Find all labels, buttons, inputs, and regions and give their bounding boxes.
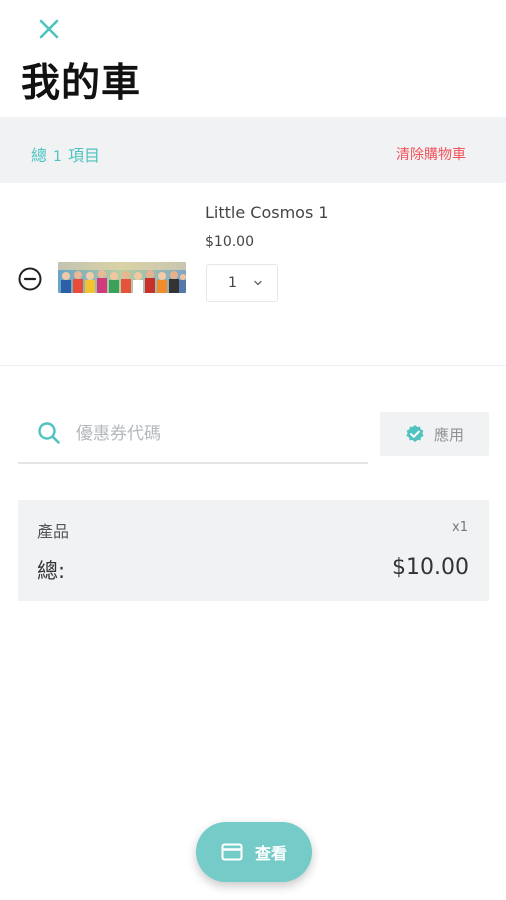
remove-item-button[interactable] bbox=[17, 266, 43, 292]
product-thumbnail bbox=[58, 262, 186, 293]
checkout-label: 查看 bbox=[254, 844, 287, 863]
quantity-select[interactable]: 1 bbox=[206, 264, 278, 302]
order-totals-panel bbox=[18, 500, 489, 601]
item-count-prefix: 總 bbox=[31, 146, 48, 165]
item-price: $10.00 bbox=[205, 234, 254, 250]
page-title: 我的車 bbox=[21, 61, 142, 106]
apply-coupon-label: 應用 bbox=[433, 425, 464, 444]
verified-badge-icon bbox=[406, 425, 424, 442]
chevron-down-icon bbox=[254, 280, 262, 286]
quantity-value: 1 bbox=[228, 275, 237, 291]
credit-card-icon bbox=[221, 843, 243, 861]
close-button[interactable] bbox=[34, 14, 64, 44]
checkout-button[interactable]: 查看 bbox=[196, 822, 312, 882]
item-name[interactable]: Little Cosmos 1 bbox=[205, 203, 329, 222]
close-icon bbox=[39, 19, 59, 39]
clear-cart-button[interactable]: 清除購物車 bbox=[396, 144, 466, 164]
item-count-number: 1 bbox=[53, 149, 62, 165]
total-value: $10.00 bbox=[392, 555, 469, 580]
apply-coupon-button[interactable]: 應用 bbox=[380, 412, 489, 456]
item-count-suffix: 項目 bbox=[67, 146, 100, 165]
product-quantity: x1 bbox=[452, 520, 468, 535]
search-icon bbox=[36, 420, 62, 446]
product-label: 產品 bbox=[37, 522, 70, 541]
item-count: 總 1 項目 bbox=[31, 142, 100, 166]
total-label: 總: bbox=[37, 559, 66, 583]
coupon-code-input[interactable] bbox=[76, 418, 361, 450]
minus-circle-icon bbox=[18, 267, 42, 291]
section-divider bbox=[0, 365, 506, 366]
